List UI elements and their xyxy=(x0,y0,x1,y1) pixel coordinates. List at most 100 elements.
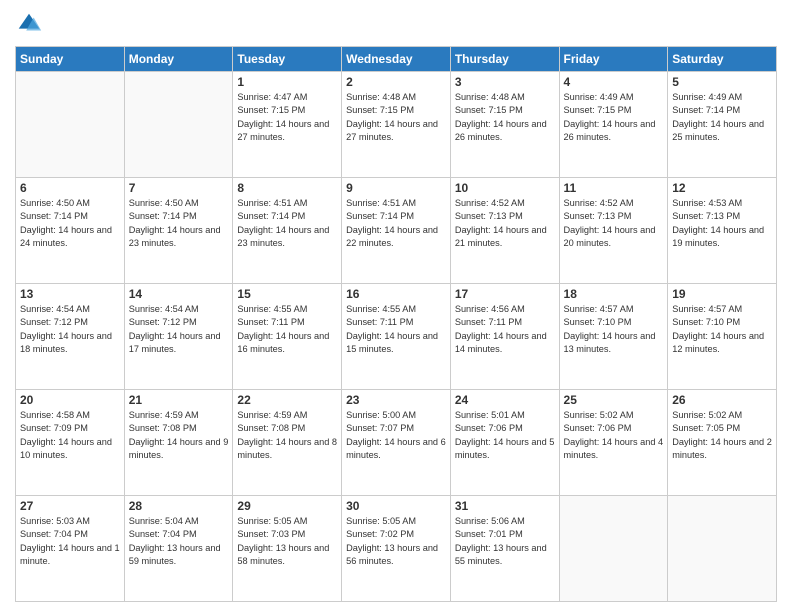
weekday-header-tuesday: Tuesday xyxy=(233,47,342,72)
day-info: Sunrise: 4:49 AMSunset: 7:15 PMDaylight:… xyxy=(564,91,664,144)
weekday-header-friday: Friday xyxy=(559,47,668,72)
day-number: 14 xyxy=(129,287,229,301)
calendar-cell: 25 Sunrise: 5:02 AMSunset: 7:06 PMDayligh… xyxy=(559,390,668,496)
day-number: 24 xyxy=(455,393,555,407)
day-info: Sunrise: 4:57 AMSunset: 7:10 PMDaylight:… xyxy=(672,303,772,356)
day-info: Sunrise: 5:01 AMSunset: 7:06 PMDaylight:… xyxy=(455,409,555,462)
calendar-cell: 21 Sunrise: 4:59 AMSunset: 7:08 PMDayligh… xyxy=(124,390,233,496)
day-info: Sunrise: 4:50 AMSunset: 7:14 PMDaylight:… xyxy=(129,197,229,250)
weekday-header-row: SundayMondayTuesdayWednesdayThursdayFrid… xyxy=(16,47,777,72)
day-number: 12 xyxy=(672,181,772,195)
calendar-cell: 5 Sunrise: 4:49 AMSunset: 7:14 PMDaylight… xyxy=(668,72,777,178)
day-number: 20 xyxy=(20,393,120,407)
calendar-cell: 2 Sunrise: 4:48 AMSunset: 7:15 PMDaylight… xyxy=(342,72,451,178)
day-info: Sunrise: 5:02 AMSunset: 7:06 PMDaylight:… xyxy=(564,409,664,462)
day-number: 5 xyxy=(672,75,772,89)
day-number: 16 xyxy=(346,287,446,301)
day-info: Sunrise: 4:48 AMSunset: 7:15 PMDaylight:… xyxy=(455,91,555,144)
calendar-cell: 24 Sunrise: 5:01 AMSunset: 7:06 PMDayligh… xyxy=(450,390,559,496)
day-number: 3 xyxy=(455,75,555,89)
day-info: Sunrise: 4:54 AMSunset: 7:12 PMDaylight:… xyxy=(129,303,229,356)
calendar-cell: 7 Sunrise: 4:50 AMSunset: 7:14 PMDaylight… xyxy=(124,178,233,284)
calendar-cell: 3 Sunrise: 4:48 AMSunset: 7:15 PMDaylight… xyxy=(450,72,559,178)
weekday-header-sunday: Sunday xyxy=(16,47,125,72)
calendar-cell xyxy=(559,496,668,602)
calendar-cell: 10Sunrise: 4:52 AMSunset: 7:13 PMDayligh… xyxy=(450,178,559,284)
day-info: Sunrise: 4:55 AMSunset: 7:11 PMDaylight:… xyxy=(237,303,337,356)
day-info: Sunrise: 5:03 AMSunset: 7:04 PMDaylight:… xyxy=(20,515,120,568)
weekday-header-thursday: Thursday xyxy=(450,47,559,72)
day-info: Sunrise: 5:02 AMSunset: 7:05 PMDaylight:… xyxy=(672,409,772,462)
day-info: Sunrise: 4:50 AMSunset: 7:14 PMDaylight:… xyxy=(20,197,120,250)
calendar-cell: 4 Sunrise: 4:49 AMSunset: 7:15 PMDaylight… xyxy=(559,72,668,178)
day-number: 17 xyxy=(455,287,555,301)
calendar-cell xyxy=(16,72,125,178)
day-info: Sunrise: 5:05 AMSunset: 7:03 PMDaylight:… xyxy=(237,515,337,568)
day-number: 29 xyxy=(237,499,337,513)
calendar-week-3: 13 Sunrise: 4:54 AMSunset: 7:12 PMDayligh… xyxy=(16,284,777,390)
day-number: 6 xyxy=(20,181,120,195)
calendar-cell: 19 Sunrise: 4:57 AMSunset: 7:10 PMDayligh… xyxy=(668,284,777,390)
calendar-cell: 28 Sunrise: 5:04 AMSunset: 7:04 PMDayligh… xyxy=(124,496,233,602)
calendar-week-4: 20 Sunrise: 4:58 AMSunset: 7:09 PMDayligh… xyxy=(16,390,777,496)
day-info: Sunrise: 4:59 AMSunset: 7:08 PMDaylight:… xyxy=(129,409,229,462)
day-info: Sunrise: 5:04 AMSunset: 7:04 PMDaylight:… xyxy=(129,515,229,568)
calendar-cell: 16Sunrise: 4:55 AMSunset: 7:11 PMDayligh… xyxy=(342,284,451,390)
day-number: 7 xyxy=(129,181,229,195)
weekday-header-saturday: Saturday xyxy=(668,47,777,72)
day-number: 13 xyxy=(20,287,120,301)
day-number: 28 xyxy=(129,499,229,513)
calendar-cell: 22 Sunrise: 4:59 AMSunset: 7:08 PMDayligh… xyxy=(233,390,342,496)
day-number: 11 xyxy=(564,181,664,195)
day-info: Sunrise: 5:00 AMSunset: 7:07 PMDaylight:… xyxy=(346,409,446,462)
day-info: Sunrise: 4:58 AMSunset: 7:09 PMDaylight:… xyxy=(20,409,120,462)
calendar-cell: 18 Sunrise: 4:57 AMSunset: 7:10 PMDayligh… xyxy=(559,284,668,390)
day-info: Sunrise: 4:49 AMSunset: 7:14 PMDaylight:… xyxy=(672,91,772,144)
day-number: 15 xyxy=(237,287,337,301)
day-number: 22 xyxy=(237,393,337,407)
calendar-cell: 14 Sunrise: 4:54 AMSunset: 7:12 PMDayligh… xyxy=(124,284,233,390)
weekday-header-wednesday: Wednesday xyxy=(342,47,451,72)
day-number: 4 xyxy=(564,75,664,89)
day-info: Sunrise: 4:47 AMSunset: 7:15 PMDaylight:… xyxy=(237,91,337,144)
day-info: Sunrise: 4:51 AMSunset: 7:14 PMDaylight:… xyxy=(346,197,446,250)
calendar-cell: 15 Sunrise: 4:55 AMSunset: 7:11 PMDayligh… xyxy=(233,284,342,390)
calendar-week-2: 6 Sunrise: 4:50 AMSunset: 7:14 PMDaylight… xyxy=(16,178,777,284)
calendar-cell: 8Sunrise: 4:51 AMSunset: 7:14 PMDaylight… xyxy=(233,178,342,284)
page: SundayMondayTuesdayWednesdayThursdayFrid… xyxy=(0,0,792,612)
day-info: Sunrise: 5:05 AMSunset: 7:02 PMDaylight:… xyxy=(346,515,446,568)
calendar-cell: 13 Sunrise: 4:54 AMSunset: 7:12 PMDayligh… xyxy=(16,284,125,390)
day-number: 31 xyxy=(455,499,555,513)
day-number: 25 xyxy=(564,393,664,407)
day-number: 30 xyxy=(346,499,446,513)
day-number: 19 xyxy=(672,287,772,301)
calendar-cell: 26 Sunrise: 5:02 AMSunset: 7:05 PMDayligh… xyxy=(668,390,777,496)
day-info: Sunrise: 4:52 AMSunset: 7:13 PMDaylight:… xyxy=(455,197,555,250)
calendar-cell xyxy=(124,72,233,178)
calendar-cell xyxy=(668,496,777,602)
calendar-week-5: 27 Sunrise: 5:03 AMSunset: 7:04 PMDayligh… xyxy=(16,496,777,602)
calendar-cell: 12Sunrise: 4:53 AMSunset: 7:13 PMDayligh… xyxy=(668,178,777,284)
logo xyxy=(15,10,47,38)
day-number: 23 xyxy=(346,393,446,407)
day-info: Sunrise: 4:57 AMSunset: 7:10 PMDaylight:… xyxy=(564,303,664,356)
day-number: 9 xyxy=(346,181,446,195)
day-number: 2 xyxy=(346,75,446,89)
calendar-week-1: 1Sunrise: 4:47 AMSunset: 7:15 PMDaylight… xyxy=(16,72,777,178)
calendar-cell: 23 Sunrise: 5:00 AMSunset: 7:07 PMDayligh… xyxy=(342,390,451,496)
calendar-cell: 31Sunrise: 5:06 AMSunset: 7:01 PMDayligh… xyxy=(450,496,559,602)
weekday-header-monday: Monday xyxy=(124,47,233,72)
day-number: 21 xyxy=(129,393,229,407)
day-info: Sunrise: 4:54 AMSunset: 7:12 PMDaylight:… xyxy=(20,303,120,356)
calendar-cell: 29 Sunrise: 5:05 AMSunset: 7:03 PMDayligh… xyxy=(233,496,342,602)
logo-icon xyxy=(15,10,43,38)
day-info: Sunrise: 4:48 AMSunset: 7:15 PMDaylight:… xyxy=(346,91,446,144)
day-info: Sunrise: 4:59 AMSunset: 7:08 PMDaylight:… xyxy=(237,409,337,462)
calendar-cell: 20 Sunrise: 4:58 AMSunset: 7:09 PMDayligh… xyxy=(16,390,125,496)
day-number: 18 xyxy=(564,287,664,301)
calendar-cell: 9 Sunrise: 4:51 AMSunset: 7:14 PMDaylight… xyxy=(342,178,451,284)
day-number: 26 xyxy=(672,393,772,407)
calendar-cell: 1Sunrise: 4:47 AMSunset: 7:15 PMDaylight… xyxy=(233,72,342,178)
header xyxy=(15,10,777,38)
day-number: 27 xyxy=(20,499,120,513)
